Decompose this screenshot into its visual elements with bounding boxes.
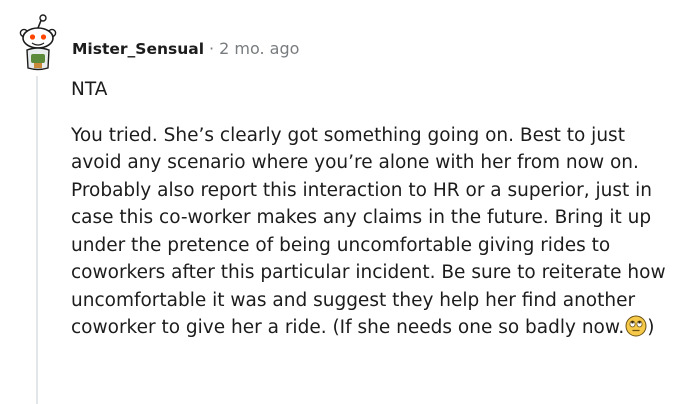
snoo-avatar-icon [19, 14, 57, 71]
comment-text-end: ) [647, 317, 655, 338]
comment-header: Mister_Sensual · 2 mo. ago [72, 38, 299, 60]
avatar[interactable] [16, 14, 60, 72]
comment-paragraph: You tried. She’s clearly got something g… [71, 122, 681, 342]
separator-dot: · [209, 39, 215, 58]
verdict-text: NTA [71, 79, 108, 100]
username-link[interactable]: Mister_Sensual [72, 40, 204, 58]
comment-text: You tried. She’s clearly got something g… [71, 124, 666, 339]
comment-body: NTA You tried. She’s clearly got somethi… [71, 76, 681, 342]
face-with-rolling-eyes-icon [625, 315, 647, 337]
thread-line[interactable] [36, 76, 38, 404]
comment-card: Mister_Sensual · 2 mo. ago NTA You tried. … [0, 0, 700, 404]
timestamp[interactable]: 2 mo. ago [219, 39, 299, 58]
